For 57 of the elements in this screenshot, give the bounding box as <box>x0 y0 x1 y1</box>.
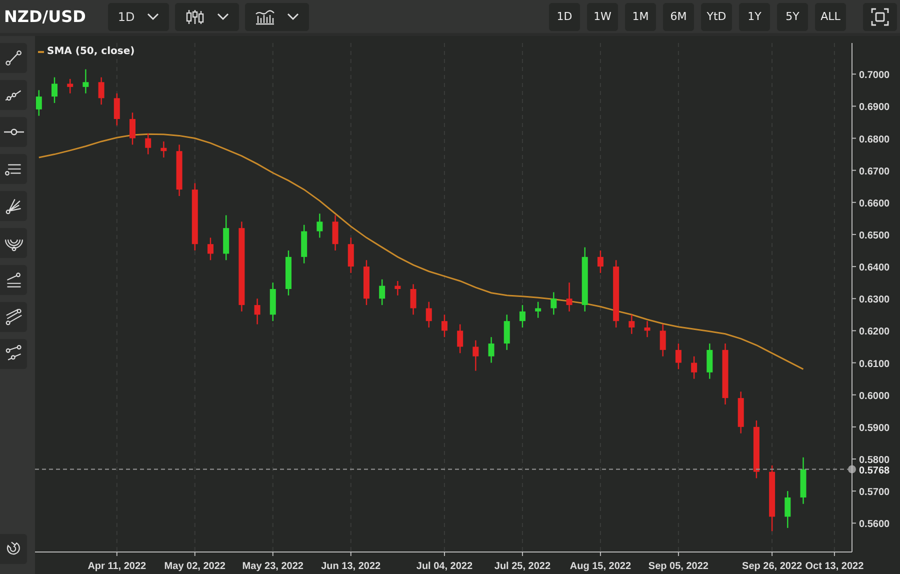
drawing-tool-button[interactable] <box>0 302 27 332</box>
price-axis-label: 0.6300 <box>859 294 890 306</box>
indicator-legend: SMA (50, close) <box>47 46 135 57</box>
price-axis-label: 0.6900 <box>859 102 890 114</box>
drawing-tool-button[interactable] <box>0 265 27 295</box>
current-price-marker <box>848 465 856 474</box>
chevron-down-icon <box>286 12 299 20</box>
drawing-tool-button[interactable] <box>0 154 27 184</box>
range-button[interactable]: ALL <box>815 2 846 30</box>
date-axis-label: May 23, 2022 <box>242 561 304 572</box>
date-axis-label: Jul 04, 2022 <box>416 561 473 572</box>
fullscreen-icon <box>871 8 889 26</box>
date-axis-label: Jul 25, 2022 <box>494 561 551 572</box>
chevron-down-icon <box>146 12 159 20</box>
date-axis-label: Apr 11, 2022 <box>88 561 146 572</box>
magnet-button[interactable] <box>0 534 27 564</box>
price-axis-label: 0.5700 <box>859 487 890 498</box>
date-axis-label: Sep 05, 2022 <box>648 561 708 572</box>
indicators-dropdown[interactable] <box>244 2 309 30</box>
price-axis-label: 0.5900 <box>859 422 890 434</box>
chevron-down-icon <box>216 12 229 20</box>
drawing-tool-button[interactable] <box>0 339 27 369</box>
price-axis-label: 0.5800 <box>859 455 890 466</box>
price-axis-label: 0.7000 <box>859 70 890 82</box>
date-axis-label: May 02, 2022 <box>164 561 226 572</box>
range-button[interactable]: YtD <box>701 2 732 30</box>
current-price-label: 0.5768 <box>859 465 890 476</box>
chart-type-dropdown[interactable] <box>174 2 239 30</box>
price-axis-label: 0.6800 <box>859 134 890 146</box>
drawing-tool-button[interactable] <box>0 191 27 221</box>
price-axis-label: 0.6200 <box>859 326 890 338</box>
price-axis-label: 0.6000 <box>859 390 890 402</box>
range-button[interactable]: 6M <box>663 2 694 30</box>
fullscreen-button[interactable] <box>863 2 897 30</box>
price-axis-label: 0.6400 <box>859 262 890 274</box>
drawing-tool-button[interactable] <box>0 80 27 110</box>
candlestick-icon <box>184 8 205 24</box>
date-axis-label: Oct 13, 2022 <box>805 561 864 572</box>
price-axis-label: 0.6700 <box>859 166 890 178</box>
range-button[interactable]: 1Y <box>739 2 770 30</box>
bar-chart-icon <box>254 8 275 24</box>
drawing-tool-button[interactable] <box>0 228 27 258</box>
drawing-tool-button[interactable] <box>0 43 27 73</box>
date-axis-label: Jun 13, 2022 <box>321 561 381 572</box>
date-axis-label: Sep 26, 2022 <box>742 561 802 572</box>
interval-dropdown[interactable]: 1D <box>108 2 169 30</box>
price-axis-label: 0.6100 <box>859 358 890 370</box>
price-axis-label: 0.6600 <box>859 198 890 210</box>
range-button[interactable]: 5Y <box>777 2 808 30</box>
date-axis-label: Aug 15, 2022 <box>570 561 632 572</box>
range-button[interactable]: 1D <box>549 2 580 30</box>
range-button[interactable]: 1M <box>625 2 656 30</box>
drawing-tool-button[interactable] <box>0 117 27 147</box>
price-axis-label: 0.6500 <box>859 230 890 242</box>
range-button[interactable]: 1W <box>587 2 618 30</box>
price-axis-label: 0.5600 <box>859 519 890 530</box>
symbol-title: NZD/USD <box>4 6 87 28</box>
